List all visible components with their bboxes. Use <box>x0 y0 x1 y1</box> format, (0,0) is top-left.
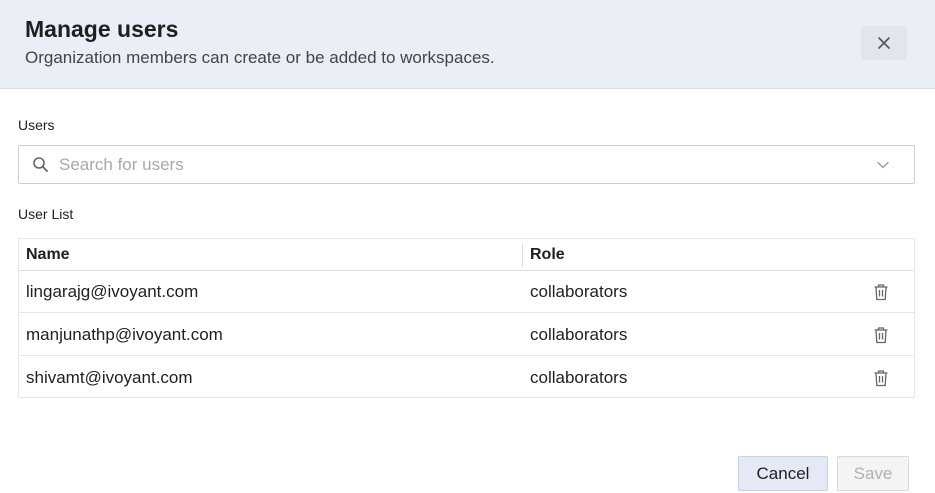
table-row: lingarajg@ivoyant.com collaborators <box>19 271 914 313</box>
dialog-title: Manage users <box>25 16 179 42</box>
column-header-role: Role <box>530 246 565 263</box>
chevron-down-icon[interactable] <box>876 158 890 172</box>
dialog-header: Manage users Organization members can cr… <box>0 0 935 89</box>
user-role-cell: collaborators <box>530 325 628 344</box>
users-label: Users <box>18 117 55 133</box>
user-name-cell: manjunathp@ivoyant.com <box>26 325 223 344</box>
user-name-cell: lingarajg@ivoyant.com <box>26 282 199 301</box>
dialog-subtitle: Organization members can create or be ad… <box>25 48 495 67</box>
close-icon <box>878 37 890 49</box>
search-icon <box>33 157 48 172</box>
user-role-cell: collaborators <box>530 368 628 387</box>
user-table: Name Role lingarajg@ivoyant.com collabor… <box>18 238 915 398</box>
user-search-select[interactable] <box>18 145 915 184</box>
user-role-cell: collaborators <box>530 282 628 301</box>
column-header-name: Name <box>26 246 70 263</box>
trash-icon[interactable] <box>873 369 889 387</box>
close-button[interactable] <box>861 26 907 60</box>
search-input[interactable] <box>59 152 859 178</box>
table-row: manjunathp@ivoyant.com collaborators <box>19 314 914 356</box>
user-name-cell: shivamt@ivoyant.com <box>26 368 193 387</box>
table-header: Name Role <box>19 239 914 271</box>
save-button[interactable]: Save <box>837 456 909 491</box>
trash-icon[interactable] <box>873 283 889 301</box>
column-divider <box>522 243 523 267</box>
table-row: shivamt@ivoyant.com collaborators <box>19 357 914 399</box>
cancel-button[interactable]: Cancel <box>738 456 828 491</box>
trash-icon[interactable] <box>873 326 889 344</box>
user-list-label: User List <box>18 206 74 222</box>
